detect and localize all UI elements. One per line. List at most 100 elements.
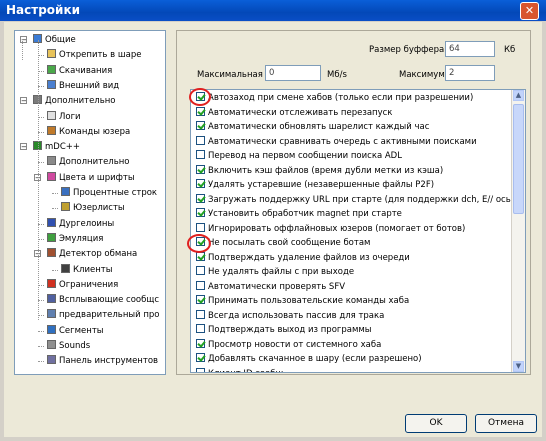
tree-item[interactable]: Ограничения — [47, 278, 118, 290]
tree-item[interactable]: Клиенты — [61, 263, 113, 275]
tree-connector — [52, 208, 58, 210]
tree-item-label: Дополнительно — [45, 96, 116, 107]
tree-item[interactable]: Дургелоины — [47, 217, 114, 229]
option-item[interactable]: Не посылать свой сообщение ботам — [196, 237, 370, 249]
tree-item[interactable]: Внешний вид — [47, 79, 119, 91]
option-checkbox[interactable] — [196, 266, 205, 275]
option-checkbox[interactable] — [196, 164, 205, 174]
option-item[interactable]: Просмотр новости от системного хаба — [196, 338, 381, 351]
option-checkbox[interactable] — [196, 309, 205, 319]
tree-item[interactable]: Sounds — [47, 340, 90, 351]
star-icon — [47, 217, 56, 227]
scroll-thumb[interactable] — [513, 104, 524, 214]
options-scrollbar[interactable]: ▲ ▼ — [511, 90, 525, 372]
tree-item[interactable]: Детектор обмана — [47, 248, 137, 259]
tree-item-label: Клиенты — [73, 264, 113, 275]
tree-item-label: предварительный про — [59, 310, 160, 321]
tree-item[interactable]: Дополнительно — [33, 95, 116, 106]
close-button[interactable]: ✕ — [520, 2, 539, 20]
option-item[interactable]: Подтверждать выход из программы — [196, 324, 372, 336]
tree-connector — [38, 330, 44, 332]
option-checkbox[interactable] — [196, 280, 205, 290]
tree-item[interactable]: Процентные строк — [61, 187, 157, 198]
option-item[interactable]: Установить обработчик magnet при старте — [196, 208, 402, 220]
ok-button[interactable]: OK — [405, 414, 467, 433]
tree-expander-icon[interactable]: − — [20, 143, 27, 151]
max-count-label: Максимум — [399, 70, 445, 80]
option-checkbox[interactable] — [196, 179, 205, 188]
tree-item[interactable]: Открепить в шаре — [47, 49, 141, 60]
option-checkbox[interactable] — [196, 222, 205, 232]
emulation-icon — [47, 232, 56, 242]
option-checkbox[interactable] — [196, 106, 205, 116]
option-checkbox[interactable] — [196, 121, 205, 130]
options-list[interactable]: Клиент ID сообщ Добавлять скачанное в шар… — [190, 89, 526, 373]
buffer-size-input[interactable]: 64 — [445, 41, 495, 57]
option-checkbox[interactable] — [196, 150, 205, 159]
tree-item-label: Детектор обмана — [59, 249, 138, 260]
option-item[interactable]: Всегда использовать пассив для трака — [196, 309, 384, 322]
option-item[interactable]: Подтверждать удаление файлов из очереди — [196, 251, 410, 264]
tree-connector — [38, 361, 44, 363]
option-item[interactable]: Не удалять файлы с при выходе — [196, 266, 354, 278]
option-item[interactable]: Добавлять скачанное в шару (если разреше… — [196, 353, 422, 365]
tree-item[interactable]: Цвета и шрифты — [47, 171, 135, 183]
tree-item[interactable]: Панель инструментов — [47, 355, 158, 366]
option-item[interactable]: Игнорировать оффлайновых юзеров (помогае… — [196, 222, 465, 235]
settings-tree[interactable]: − Общие Открепить в шаре Скачивания Внешний … — [14, 30, 166, 375]
tree-expander-icon[interactable]: − — [20, 97, 27, 105]
scroll-up-arrow-icon[interactable]: ▲ — [513, 90, 524, 101]
option-item[interactable]: Клиент ID сообщ — [196, 367, 284, 372]
window-title: Настройки — [6, 3, 81, 17]
tree-item-label: Всплывающие сообщс — [59, 295, 160, 306]
tree-item[interactable]: Юзерлисты — [61, 202, 125, 213]
detector-icon — [47, 248, 56, 258]
option-label: Не удалять файлы с при выходе — [208, 267, 355, 277]
option-item[interactable]: Загружать поддержку URL при старте (для … — [196, 193, 511, 206]
cancel-button[interactable]: Отмена — [475, 414, 537, 433]
tree-item-label: Сегменты — [59, 325, 104, 336]
option-label: Принимать пользовательские команды хаба — [208, 296, 410, 306]
option-checkbox[interactable] — [196, 338, 205, 348]
tree-item-label: Цвета и шрифты — [59, 172, 135, 183]
scroll-down-arrow-icon[interactable]: ▼ — [513, 361, 524, 372]
tree-item[interactable]: Общие — [33, 34, 76, 45]
option-item[interactable]: Включить кэш файлов (время дубли метки и… — [196, 164, 443, 177]
highlight-circle-first-option — [189, 88, 211, 106]
max-speed-input[interactable]: 0 — [265, 65, 321, 81]
tree-item[interactable]: Скачивания — [47, 64, 112, 76]
option-item[interactable]: Перевод на первом сообщении поиска ADL — [196, 150, 402, 162]
option-checkbox[interactable] — [196, 367, 205, 372]
option-checkbox[interactable] — [196, 295, 205, 304]
tree-item-label: Эмуляция — [59, 233, 104, 244]
tree-item[interactable]: предварительный про — [47, 309, 159, 320]
tree-item[interactable]: Дополнительно — [47, 156, 130, 167]
option-item[interactable]: Удалять устаревшие (незавершенные файлы … — [196, 179, 434, 191]
option-item[interactable]: Автоматически сравнивать очередь с актив… — [196, 135, 477, 148]
option-checkbox[interactable] — [196, 135, 205, 145]
option-checkbox[interactable] — [196, 193, 205, 203]
option-label: Не посылать свой сообщение ботам — [208, 238, 371, 248]
option-item[interactable]: Автоматически отслеживать перезапуск — [196, 106, 392, 119]
option-item[interactable]: Автоматически обновлять шарелист каждый … — [196, 121, 429, 133]
option-checkbox[interactable] — [196, 324, 205, 333]
max-count-input[interactable]: 2 — [445, 65, 495, 81]
log-icon — [47, 110, 56, 120]
option-checkbox[interactable] — [196, 208, 205, 217]
tree-item-label: Открепить в шаре — [59, 50, 142, 61]
option-label: Перевод на первом сообщении поиска ADL — [208, 151, 402, 161]
tree-item[interactable]: mDC++ — [33, 141, 80, 152]
tree-item[interactable]: Всплывающие сообщс — [47, 294, 159, 305]
preview-icon — [47, 309, 56, 319]
option-item[interactable]: Автоматически проверять SFV — [196, 280, 345, 293]
option-checkbox[interactable] — [196, 353, 205, 362]
tree-item[interactable]: Логи — [47, 110, 81, 122]
max-speed-label: Максимальная — [197, 70, 263, 80]
tree-item[interactable]: Команды юзера — [47, 125, 130, 137]
option-item[interactable]: Принимать пользовательские команды хаба — [196, 295, 409, 307]
option-item[interactable]: Автозаход при смене хабов (только если п… — [196, 92, 473, 104]
users-icon — [61, 202, 70, 212]
highlight-circle-bots-option — [187, 234, 211, 253]
tree-item[interactable]: Эмуляция — [47, 232, 104, 244]
tree-item[interactable]: Сегменты — [47, 324, 104, 336]
